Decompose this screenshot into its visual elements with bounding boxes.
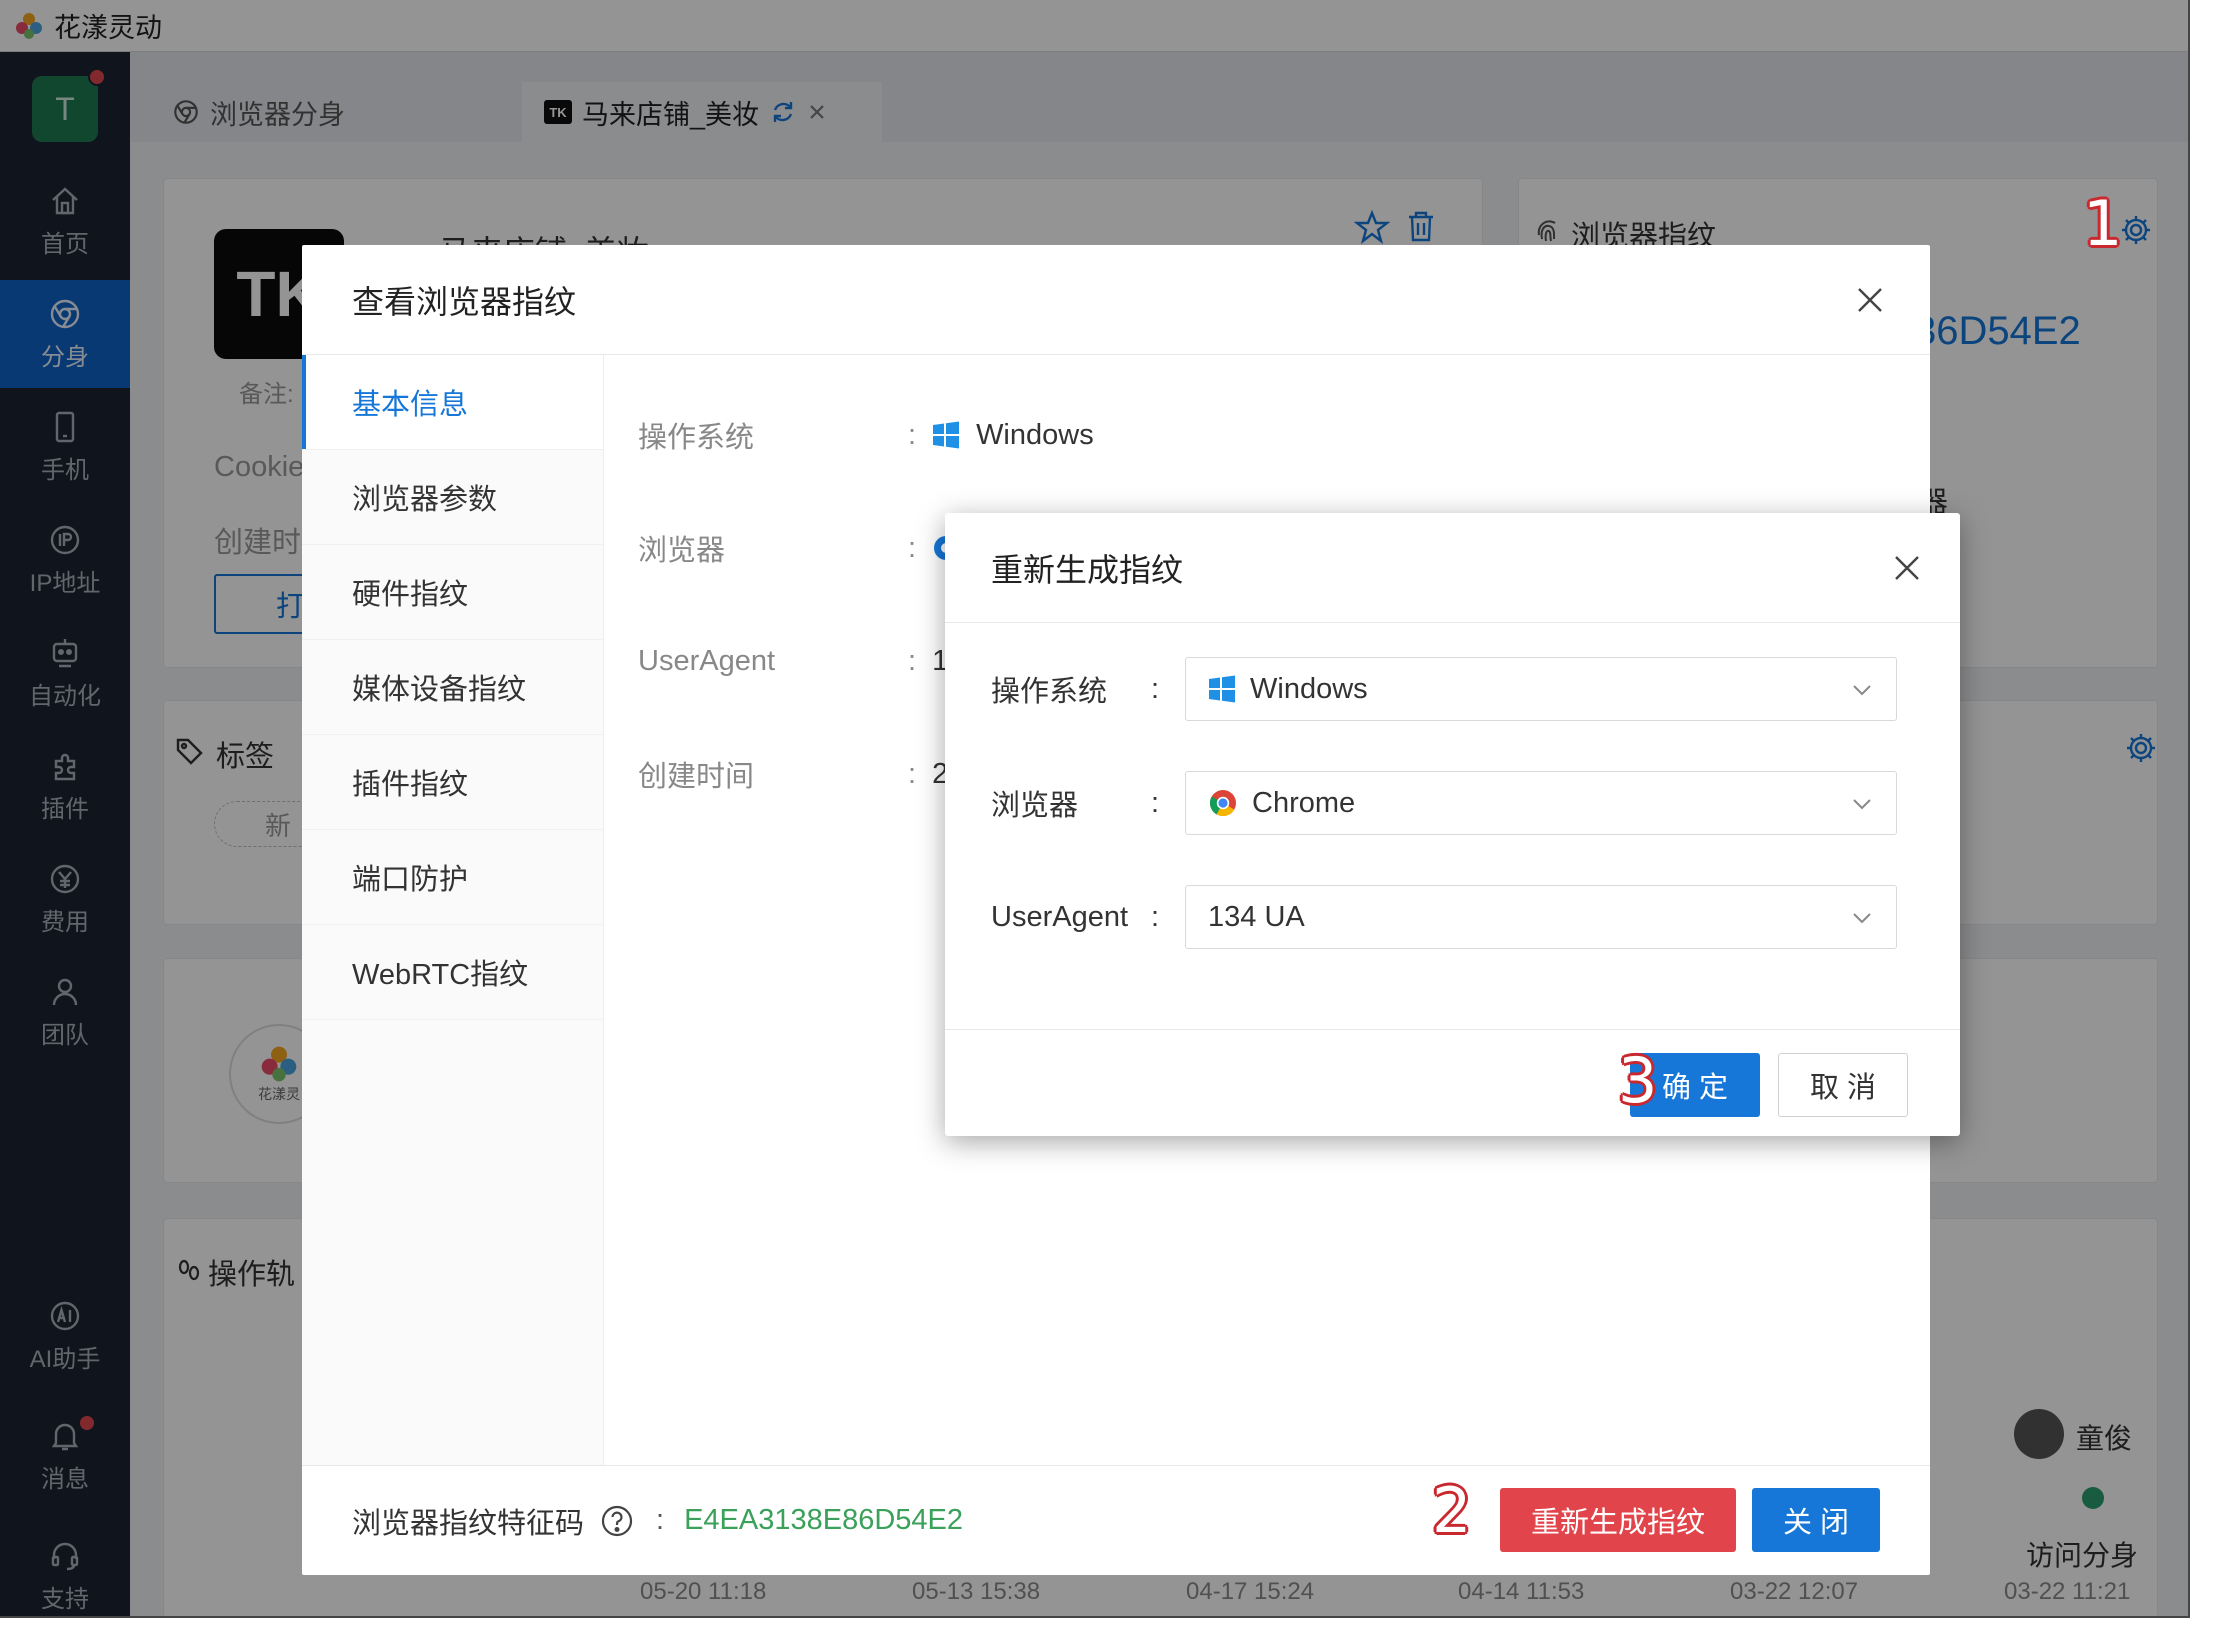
close-button[interactable]: 关 闭	[1752, 1488, 1880, 1552]
menu-item-media-devices[interactable]: 媒体设备指纹	[302, 640, 603, 735]
annotation-step-2: 2	[1432, 1474, 1472, 1547]
info-row-browser: 浏览器 :	[638, 518, 976, 578]
close-icon[interactable]	[1850, 280, 1890, 320]
cancel-button[interactable]: 取 消	[1778, 1053, 1908, 1117]
annotation-step-1: 1	[2083, 187, 2123, 260]
chevron-down-icon	[1853, 685, 1871, 696]
menu-item-basic-info[interactable]: 基本信息	[302, 355, 603, 450]
select-value: Windows	[1250, 672, 1368, 705]
form-row-useragent: UserAgent : 134 UA	[991, 885, 1897, 949]
app-window: 花漾灵动 T 首页 分身 手机 IP地址 自动化 插件 费用 团队 AI助手 消…	[0, 0, 2190, 1618]
menu-item-browser-params[interactable]: 浏览器参数	[302, 450, 603, 545]
form-row-os: 操作系统 : Windows	[991, 657, 1897, 721]
info-key: UserAgent	[638, 644, 776, 677]
form-label: 浏览器	[991, 790, 1079, 822]
info-key: 操作系统	[638, 422, 755, 454]
select-value: Chrome	[1252, 786, 1356, 819]
menu-item-plugins[interactable]: 插件指纹	[302, 735, 603, 830]
info-value: Windows	[976, 418, 1094, 451]
chevron-down-icon	[1853, 913, 1871, 924]
select-value: 134 UA	[1208, 900, 1305, 933]
regenerate-fingerprint-button[interactable]: 重新生成指纹	[1500, 1488, 1736, 1552]
help-icon[interactable]	[600, 1504, 634, 1538]
fingerprint-code-label: 浏览器指纹特征码	[352, 1507, 585, 1540]
os-select[interactable]: Windows	[1185, 657, 1897, 721]
form-label: 操作系统	[991, 676, 1108, 708]
menu-item-port-protection[interactable]: 端口防护	[302, 830, 603, 925]
menu-item-hardware[interactable]: 硬件指纹	[302, 545, 603, 640]
annotation-step-3: 3	[1618, 1044, 1658, 1117]
menu-item-webrtc[interactable]: WebRTC指纹	[302, 925, 603, 1020]
fingerprint-modal-header: 查看浏览器指纹	[302, 245, 1930, 355]
fingerprint-menu: 基本信息 浏览器参数 硬件指纹 媒体设备指纹 插件指纹 端口防护 WebRTC指…	[302, 355, 604, 1465]
windows-icon	[933, 421, 960, 449]
chevron-down-icon	[1853, 799, 1871, 810]
info-row-created: 创建时间 : 20	[638, 744, 964, 804]
browser-select[interactable]: Chrome	[1185, 771, 1897, 835]
form-label: UserAgent	[991, 900, 1129, 933]
close-icon[interactable]	[1887, 548, 1927, 588]
info-key: 创建时间	[638, 761, 755, 793]
regenerate-dialog-header: 重新生成指纹	[945, 513, 1960, 623]
info-row-os: 操作系统 : Windows	[638, 405, 1094, 465]
regenerate-dialog-title: 重新生成指纹	[991, 551, 1184, 588]
form-row-browser: 浏览器 : Chrome	[991, 771, 1897, 835]
chrome-icon	[1208, 788, 1238, 818]
fingerprint-code-value: E4EA3138E86D54E2	[684, 1504, 964, 1536]
useragent-select[interactable]: 134 UA	[1185, 885, 1897, 949]
regenerate-dialog: 重新生成指纹 操作系统 : Windows 浏览器 : Chrome UserA…	[945, 513, 1960, 1136]
fingerprint-modal-title: 查看浏览器指纹	[352, 283, 577, 320]
windows-icon	[1208, 675, 1236, 703]
info-key: 浏览器	[638, 535, 726, 567]
info-row-useragent: UserAgent : 13	[638, 631, 964, 691]
